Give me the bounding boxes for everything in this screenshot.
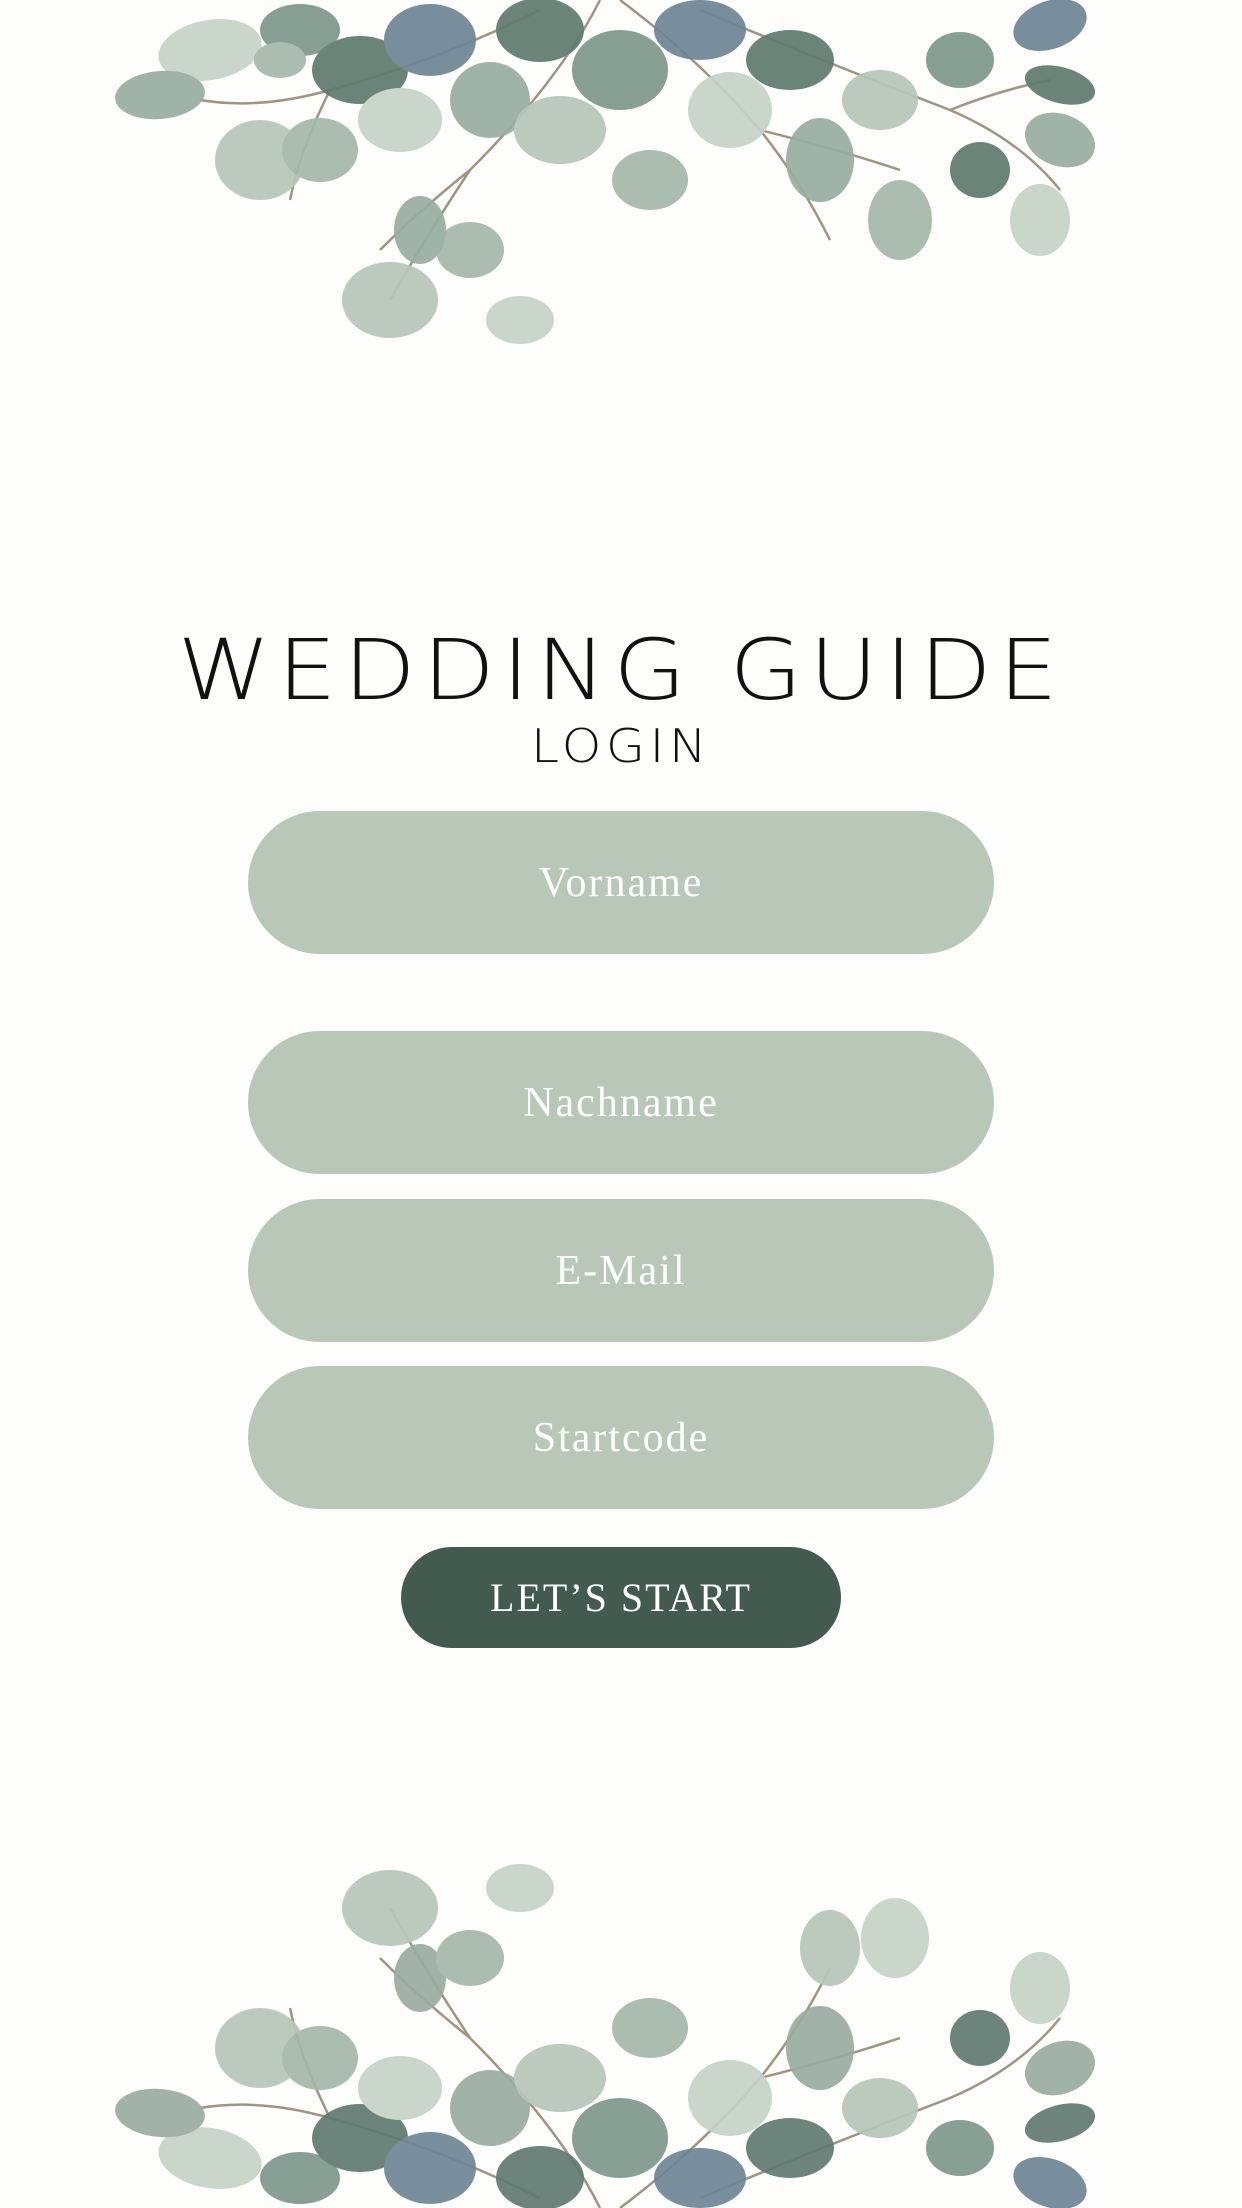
eucalyptus-bottom-decoration [0, 1848, 1242, 2208]
last-name-field[interactable] [248, 1031, 994, 1174]
eucalyptus-top-decoration [0, 0, 1242, 360]
first-name-field[interactable] [248, 811, 994, 954]
email-field[interactable] [248, 1199, 994, 1342]
eucalyptus-leaves-illustration [115, 0, 1096, 344]
page-subtitle: LOGIN [530, 719, 712, 773]
page-title: WEDDING GUIDE [177, 621, 1065, 719]
start-code-field[interactable] [248, 1366, 994, 1509]
eucalyptus-leaves-illustration [115, 1864, 1096, 2208]
lets-start-button[interactable]: LET’S START [401, 1547, 841, 1648]
